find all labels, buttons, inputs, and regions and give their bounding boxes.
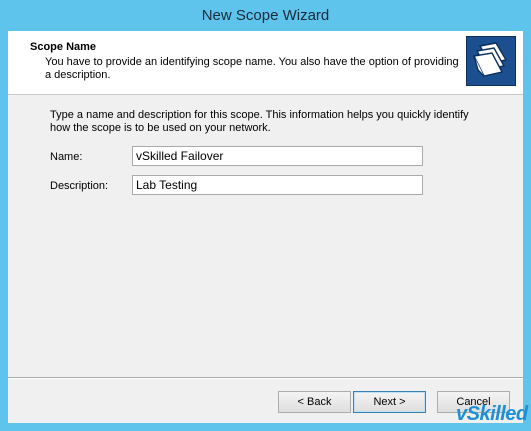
wizard-client-area: Scope Name You have to provide an identi… <box>8 31 523 423</box>
back-button[interactable]: < Back <box>278 391 351 413</box>
next-button[interactable]: Next > <box>353 391 426 413</box>
folders-icon <box>466 36 516 86</box>
page-title: Scope Name <box>30 41 97 53</box>
instructions-text: Type a name and description for this sco… <box>50 109 469 134</box>
title-bar[interactable]: New Scope Wizard <box>0 0 531 31</box>
page-description: You have to provide an identifying scope… <box>45 56 459 81</box>
name-input[interactable] <box>132 146 423 166</box>
footer-divider <box>8 377 523 379</box>
window-title: New Scope Wizard <box>201 7 330 24</box>
description-label: Description: <box>50 180 109 192</box>
wizard-header: Scope Name You have to provide an identi… <box>8 31 523 95</box>
wizard-window: New Scope Wizard Scope Name You have to … <box>0 0 531 431</box>
description-input[interactable] <box>132 175 423 195</box>
watermark-logo: vSkilled <box>456 403 528 425</box>
name-label: Name: <box>50 151 83 163</box>
